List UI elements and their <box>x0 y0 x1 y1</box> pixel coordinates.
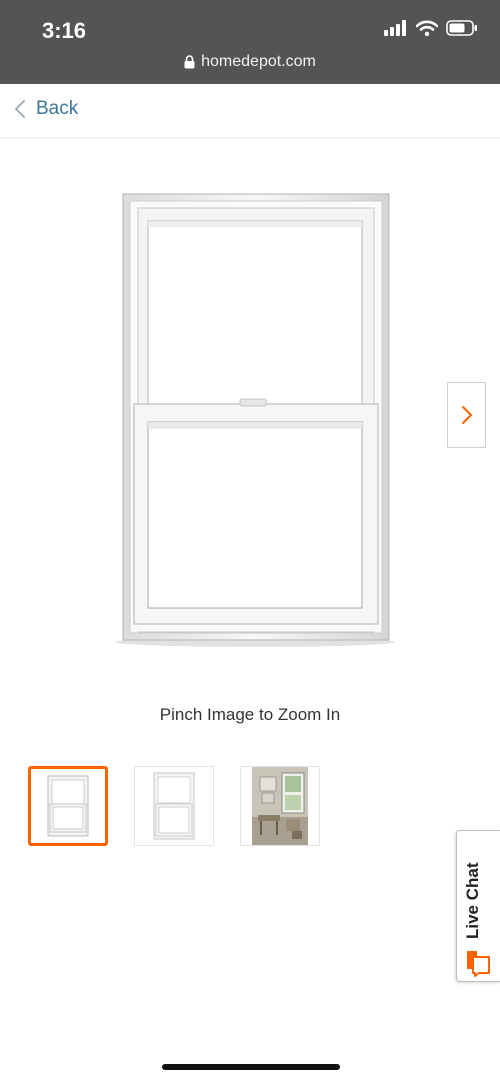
nav-bar: Back <box>0 84 500 138</box>
room-scene-thumbnail <box>252 767 308 845</box>
system-icons <box>384 20 478 36</box>
status-bar: 3:16 homedepot.com <box>0 0 500 84</box>
address-bar[interactable]: homedepot.com <box>0 53 500 71</box>
next-image-button[interactable] <box>447 382 486 448</box>
chevron-left-icon <box>15 100 25 118</box>
window-image <box>115 193 395 647</box>
zoom-hint: Pinch Image to Zoom In <box>159 705 341 724</box>
battery-icon <box>446 20 477 36</box>
back-label: Back <box>36 98 79 119</box>
thumbnail-window-front[interactable] <box>28 766 108 846</box>
back-button[interactable]: Back <box>14 98 78 120</box>
product-image[interactable] <box>110 188 400 648</box>
url-text: homedepot.com <box>201 53 316 70</box>
signal-icon <box>384 20 406 36</box>
thumbnail-window-alt[interactable] <box>134 766 214 846</box>
lock-icon <box>184 55 195 69</box>
live-chat-label: Live Chat <box>463 862 482 939</box>
wifi-icon <box>416 20 438 36</box>
thumbnail-strip <box>0 766 500 846</box>
clock-time: 3:16 <box>42 18 87 43</box>
chat-bubble-icon <box>467 951 490 977</box>
window-thumbnail <box>153 772 195 840</box>
chevron-right-icon <box>461 406 472 424</box>
home-indicator <box>162 1064 340 1070</box>
thumbnail-room-scene[interactable] <box>240 766 320 846</box>
window-thumbnail <box>47 775 89 837</box>
live-chat-button[interactable]: Live Chat <box>456 830 500 982</box>
